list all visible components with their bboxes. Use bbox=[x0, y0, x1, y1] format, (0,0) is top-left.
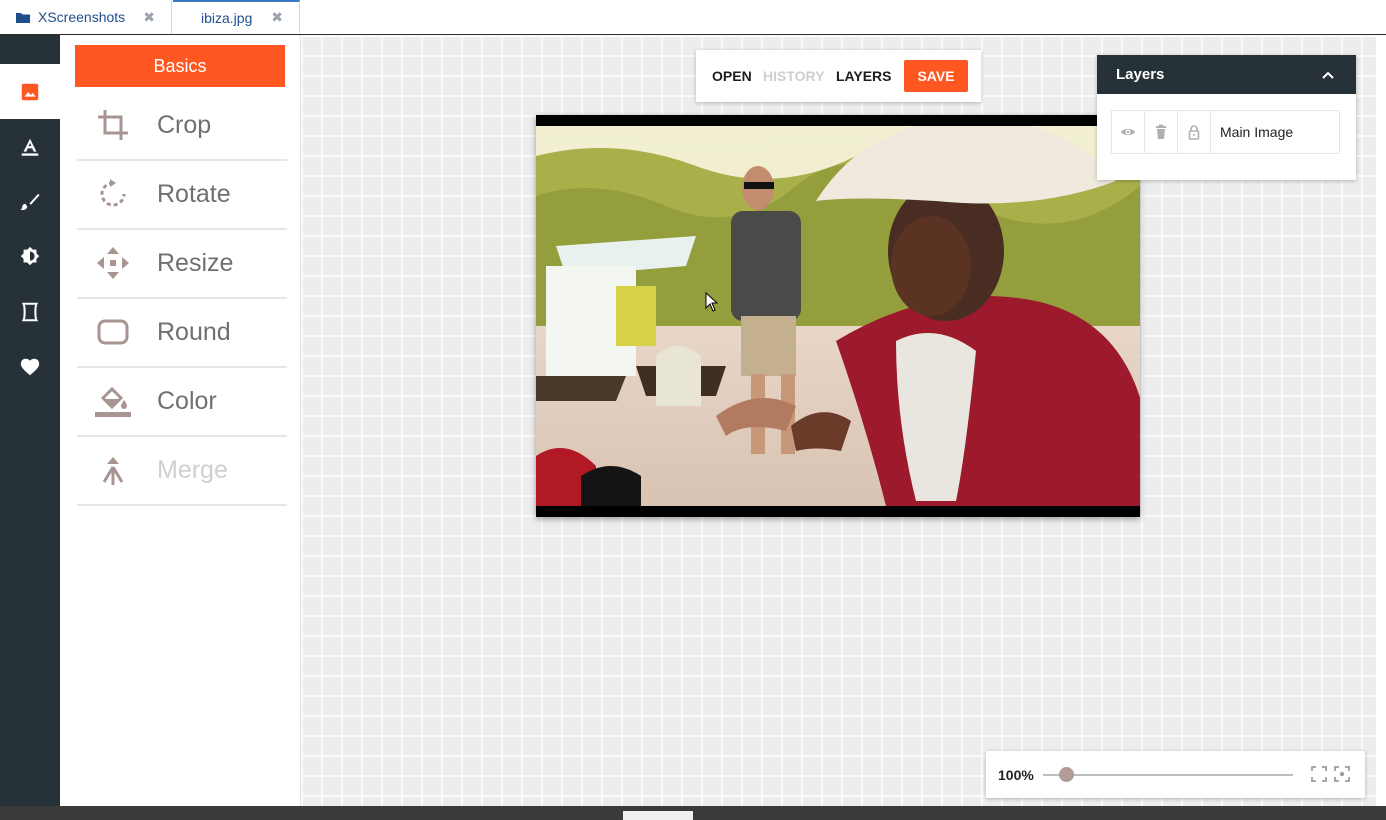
sidebar-item-stickers[interactable] bbox=[0, 339, 60, 394]
tool-label: Color bbox=[157, 386, 217, 415]
tool-label: Crop bbox=[157, 110, 212, 139]
filter-icon bbox=[20, 246, 40, 265]
history-button[interactable]: HISTORY bbox=[763, 50, 824, 102]
tool-label: Rotate bbox=[157, 179, 231, 208]
rotate-icon bbox=[95, 176, 131, 212]
zoom-slider-thumb[interactable] bbox=[1059, 767, 1075, 782]
zoom-value: 100% bbox=[998, 766, 1034, 783]
heart-icon bbox=[20, 358, 40, 375]
layer-name: Main Image bbox=[1220, 124, 1294, 140]
eye-icon bbox=[1121, 129, 1135, 135]
sidebar-item-filters[interactable] bbox=[0, 229, 60, 284]
tool-label: Resize bbox=[157, 248, 234, 277]
tab-bar: XScreenshots ✖ ibiza.jpg ✖ bbox=[0, 0, 1386, 35]
mouse-cursor bbox=[705, 292, 719, 312]
tab-label: ibiza.jpg bbox=[201, 9, 253, 26]
layers-panel-header[interactable]: Layers bbox=[1097, 55, 1356, 94]
tool-rotate[interactable]: Rotate bbox=[77, 160, 287, 230]
bottom-drawer-handle[interactable] bbox=[623, 811, 693, 820]
lock-icon bbox=[1188, 125, 1200, 140]
main-image[interactable] bbox=[536, 115, 1140, 517]
lock-layer-button[interactable] bbox=[1178, 110, 1211, 154]
tools-panel: Basics Crop Rotate Resize Round Color Me… bbox=[60, 35, 301, 806]
close-icon[interactable]: ✖ bbox=[271, 9, 283, 26]
chevron-up-icon[interactable] bbox=[1322, 71, 1334, 79]
crop-icon bbox=[95, 107, 131, 143]
sidebar-item-image[interactable] bbox=[0, 64, 60, 119]
fit-screen-icon[interactable] bbox=[1311, 766, 1327, 782]
tool-crop[interactable]: Crop bbox=[77, 91, 287, 161]
tool-merge[interactable]: Merge bbox=[77, 436, 287, 506]
tool-color[interactable]: Color bbox=[77, 367, 287, 437]
save-button[interactable]: SAVE bbox=[904, 60, 968, 92]
panel-title-basics[interactable]: Basics bbox=[75, 45, 285, 87]
layer-row[interactable]: Main Image bbox=[1111, 110, 1340, 154]
frame-icon bbox=[21, 302, 39, 321]
tool-label: Merge bbox=[157, 455, 228, 484]
round-corners-icon bbox=[95, 314, 131, 350]
image-icon bbox=[21, 83, 39, 100]
right-edge bbox=[1376, 35, 1386, 806]
visibility-toggle[interactable] bbox=[1112, 110, 1145, 154]
delete-layer-button[interactable] bbox=[1145, 110, 1178, 154]
sidebar-item-draw[interactable] bbox=[0, 174, 60, 229]
zoom-control: 100% bbox=[986, 751, 1365, 798]
sidebar-rail bbox=[0, 35, 60, 806]
fill-color-icon bbox=[95, 383, 131, 419]
zoom-slider-track[interactable] bbox=[1043, 774, 1293, 776]
resize-icon bbox=[95, 245, 131, 281]
layers-button[interactable]: LAYERS bbox=[836, 50, 892, 102]
layers-panel: Layers Main Image bbox=[1097, 55, 1356, 180]
sidebar-item-text[interactable] bbox=[0, 119, 60, 174]
bottom-bar bbox=[0, 806, 1386, 820]
merge-icon bbox=[95, 452, 131, 488]
tool-round[interactable]: Round bbox=[77, 298, 287, 368]
layers-panel-title: Layers bbox=[1116, 66, 1165, 83]
tab-ibiza[interactable]: ibiza.jpg ✖ bbox=[173, 0, 300, 33]
tool-label: Round bbox=[157, 317, 231, 346]
close-icon[interactable]: ✖ bbox=[143, 9, 155, 26]
center-focus-icon[interactable] bbox=[1334, 766, 1350, 782]
open-button[interactable]: OPEN bbox=[712, 50, 752, 102]
brush-icon bbox=[20, 193, 40, 210]
trash-icon bbox=[1156, 124, 1166, 139]
sidebar-item-frames[interactable] bbox=[0, 284, 60, 339]
photo bbox=[536, 126, 1140, 506]
text-icon bbox=[21, 138, 39, 156]
tab-xscreenshots[interactable]: XScreenshots ✖ bbox=[0, 0, 172, 34]
folder-icon bbox=[16, 12, 30, 23]
tab-label: XScreenshots bbox=[38, 9, 126, 25]
tool-resize[interactable]: Resize bbox=[77, 229, 287, 299]
editor-toolbar: OPEN HISTORY LAYERS SAVE bbox=[696, 50, 981, 102]
